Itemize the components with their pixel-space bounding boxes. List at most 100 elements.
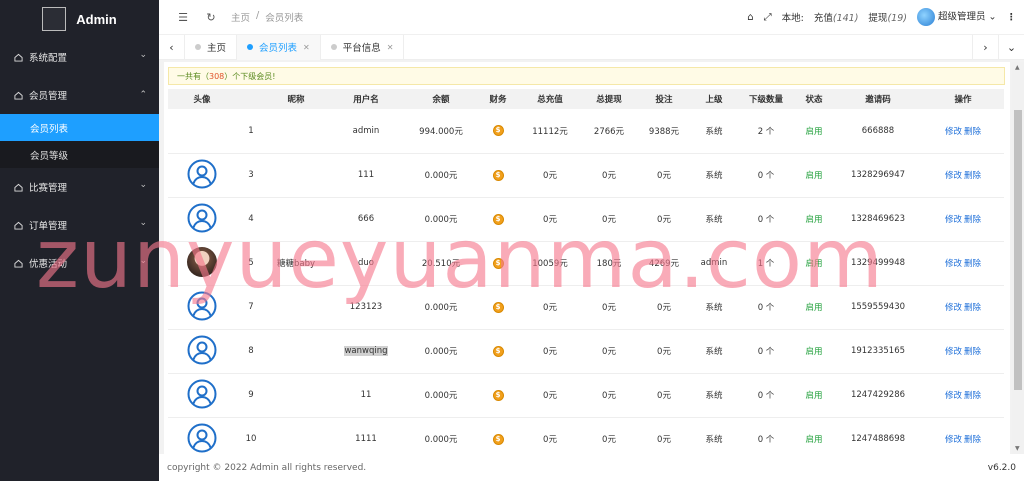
user-menu[interactable]: 超级管理员 ⌄ (916, 8, 997, 26)
delete-button[interactable]: 删除 (964, 303, 981, 313)
cell-finance: $ (476, 373, 520, 418)
sub-item-member-level[interactable]: 会员等级 (0, 141, 159, 168)
home-icon (14, 53, 23, 62)
edit-button[interactable]: 修改 (945, 435, 962, 445)
cell-children-count: 0 个 (738, 329, 794, 374)
breadcrumb-home[interactable]: 主页 (231, 10, 250, 24)
tab-platform-info[interactable]: 平台信息 ✕ (321, 34, 405, 60)
table-row[interactable]: 4 666 0.000元 $0元 0元 0元 系统 0 个启用 1328469623 修改 删除 (168, 197, 1004, 242)
notice-count: 308 (209, 71, 225, 81)
edit-button[interactable]: 修改 (945, 171, 962, 181)
edit-button[interactable]: 修改 (945, 215, 962, 225)
scroll-up-icon[interactable]: ▲ (1015, 64, 1020, 71)
cell-id: 9 (236, 373, 266, 418)
withdraw-link[interactable]: 提现(19) (868, 10, 907, 24)
cell-bet: 0元 (638, 197, 690, 242)
cell-avatar (168, 373, 236, 418)
menu-toggle-icon[interactable]: ☰ (169, 11, 197, 24)
delete-button[interactable]: 删除 (964, 127, 981, 137)
recharge-count: (141) (832, 13, 859, 24)
scrollbar-thumb[interactable] (1014, 110, 1022, 390)
status-badge: 启用 (794, 285, 834, 330)
scrollbar[interactable]: ▲ ▼ (1012, 62, 1024, 454)
cell-invite-code: 1328469623 (834, 197, 922, 242)
nav-item-match-management[interactable]: 比赛管理 ⌄ (0, 168, 159, 206)
cell-actions: 修改 删除 (922, 329, 1004, 374)
sub-item-member-list[interactable]: 会员列表 (0, 114, 159, 141)
delete-button[interactable]: 删除 (964, 171, 981, 181)
cell-parent: 系统 (690, 417, 738, 454)
delete-button[interactable]: 删除 (964, 215, 981, 225)
coin-icon[interactable]: $ (492, 213, 504, 225)
nav-item-promotions[interactable]: 优惠活动 ⌄ (0, 244, 159, 282)
coin-icon[interactable]: $ (492, 169, 504, 181)
cell-total-recharge: 0元 (520, 329, 580, 374)
edit-button[interactable]: 修改 (945, 127, 962, 137)
edit-button[interactable]: 修改 (945, 347, 962, 357)
tab-scroll-right-icon[interactable]: › (972, 34, 998, 60)
delete-button[interactable]: 删除 (964, 435, 981, 445)
fullscreen-icon[interactable]: ⤢ (764, 12, 772, 23)
username-text: wanwqing (344, 346, 388, 356)
home-icon[interactable]: ⌂ (747, 12, 753, 23)
cell-total-withdraw: 0元 (580, 373, 638, 418)
delete-button[interactable]: 删除 (964, 259, 981, 269)
cell-parent: 系统 (690, 153, 738, 198)
close-icon[interactable]: ✕ (303, 43, 310, 52)
recharge-link[interactable]: 充值(141) (814, 10, 859, 24)
column-header: 下级数量 (738, 89, 794, 109)
table-row[interactable]: 8 wanwqing 0.000元 $0元 0元 0元 系统 0 个启用 1912335165 修… (168, 329, 1004, 374)
table-row[interactable]: 1 admin 994.000元 $11112元 2766元 9388元 系统 2 个启用 66… (168, 109, 1004, 154)
logo[interactable]: Admin (0, 0, 159, 38)
nav-item-system-config[interactable]: 系统配置 ⌄ (0, 38, 159, 76)
breadcrumb-separator: / (256, 10, 260, 21)
close-icon[interactable]: ✕ (387, 43, 394, 52)
nav-item-order-management[interactable]: 订单管理 ⌄ (0, 206, 159, 244)
table-row[interactable]: 3 111 0.000元 $0元 0元 0元 系统 0 个启用 1328296947 修改 删除 (168, 153, 1004, 198)
cell-total-withdraw: 0元 (580, 153, 638, 198)
cell-total-withdraw: 2766元 (580, 109, 638, 154)
cell-balance: 0.000元 (406, 417, 476, 454)
cell-total-recharge: 10059元 (520, 241, 580, 286)
refresh-icon[interactable]: ↻ (197, 11, 225, 24)
tab-member-list[interactable]: 会员列表 ✕ (237, 34, 321, 60)
table-row[interactable]: 5 糖糖baby duo 20.510元 $10059元 180元 4269元 admin 1 … (168, 241, 1004, 286)
local-label[interactable]: 本地: (782, 10, 804, 24)
tab-scroll-left-icon[interactable]: ‹ (159, 34, 185, 60)
coin-icon[interactable]: $ (492, 345, 504, 357)
username-text: 1111 (355, 434, 377, 444)
cell-username: admin (326, 109, 406, 154)
cell-total-withdraw: 180元 (580, 241, 638, 286)
table-row[interactable]: 9 11 0.000元 $0元 0元 0元 系统 0 个启用 1247429286 修改 删除 (168, 373, 1004, 418)
table-row[interactable]: 7 123123 0.000元 $0元 0元 0元 系统 0 个启用 1559559430 修改删… (168, 285, 1004, 330)
cell-invite-code: 1328296947 (834, 153, 922, 198)
cell-avatar (168, 241, 236, 286)
tab-home[interactable]: 主页 (185, 34, 238, 60)
delete-button[interactable]: 删除 (964, 347, 981, 357)
nav-label: 比赛管理 (29, 183, 68, 194)
user-avatar-icon (187, 379, 217, 409)
coin-icon[interactable]: $ (492, 301, 504, 313)
coin-icon[interactable]: $ (492, 433, 504, 445)
table-row[interactable]: 10 1111 0.000元 $0元 0元 0元 系统 0 个启用 1247488698 修改 删除 (168, 417, 1004, 454)
coin-icon[interactable]: $ (492, 389, 504, 401)
nav-item-member-management[interactable]: 会员管理 ⌃ (0, 76, 159, 114)
more-icon[interactable]: ⋮ (1007, 12, 1017, 23)
cell-username: 11 (326, 373, 406, 418)
cell-username: 1111 (326, 417, 406, 454)
edit-button[interactable]: 修改 (945, 259, 962, 269)
tab-label: 平台信息 (342, 43, 381, 54)
scroll-down-icon[interactable]: ▼ (1015, 445, 1020, 452)
edit-button[interactable]: 修改 (945, 391, 962, 401)
delete-button[interactable]: 删除 (964, 391, 981, 401)
coin-icon[interactable]: $ (492, 125, 504, 137)
column-header: 用户名 (326, 89, 406, 109)
tab-options-icon[interactable]: ⌄ (998, 34, 1024, 60)
cell-id: 8 (236, 329, 266, 374)
cell-total-recharge: 11112元 (520, 109, 580, 154)
cell-nickname (266, 417, 326, 454)
sidebar: Admin 系统配置 ⌄ 会员管理 ⌃ 会员列表 会员等级 比赛管理 ⌄ 订单管… (0, 0, 159, 481)
coin-icon[interactable]: $ (492, 257, 504, 269)
chevron-down-icon: ⌄ (139, 50, 147, 60)
edit-button[interactable]: 修改 (945, 303, 962, 313)
